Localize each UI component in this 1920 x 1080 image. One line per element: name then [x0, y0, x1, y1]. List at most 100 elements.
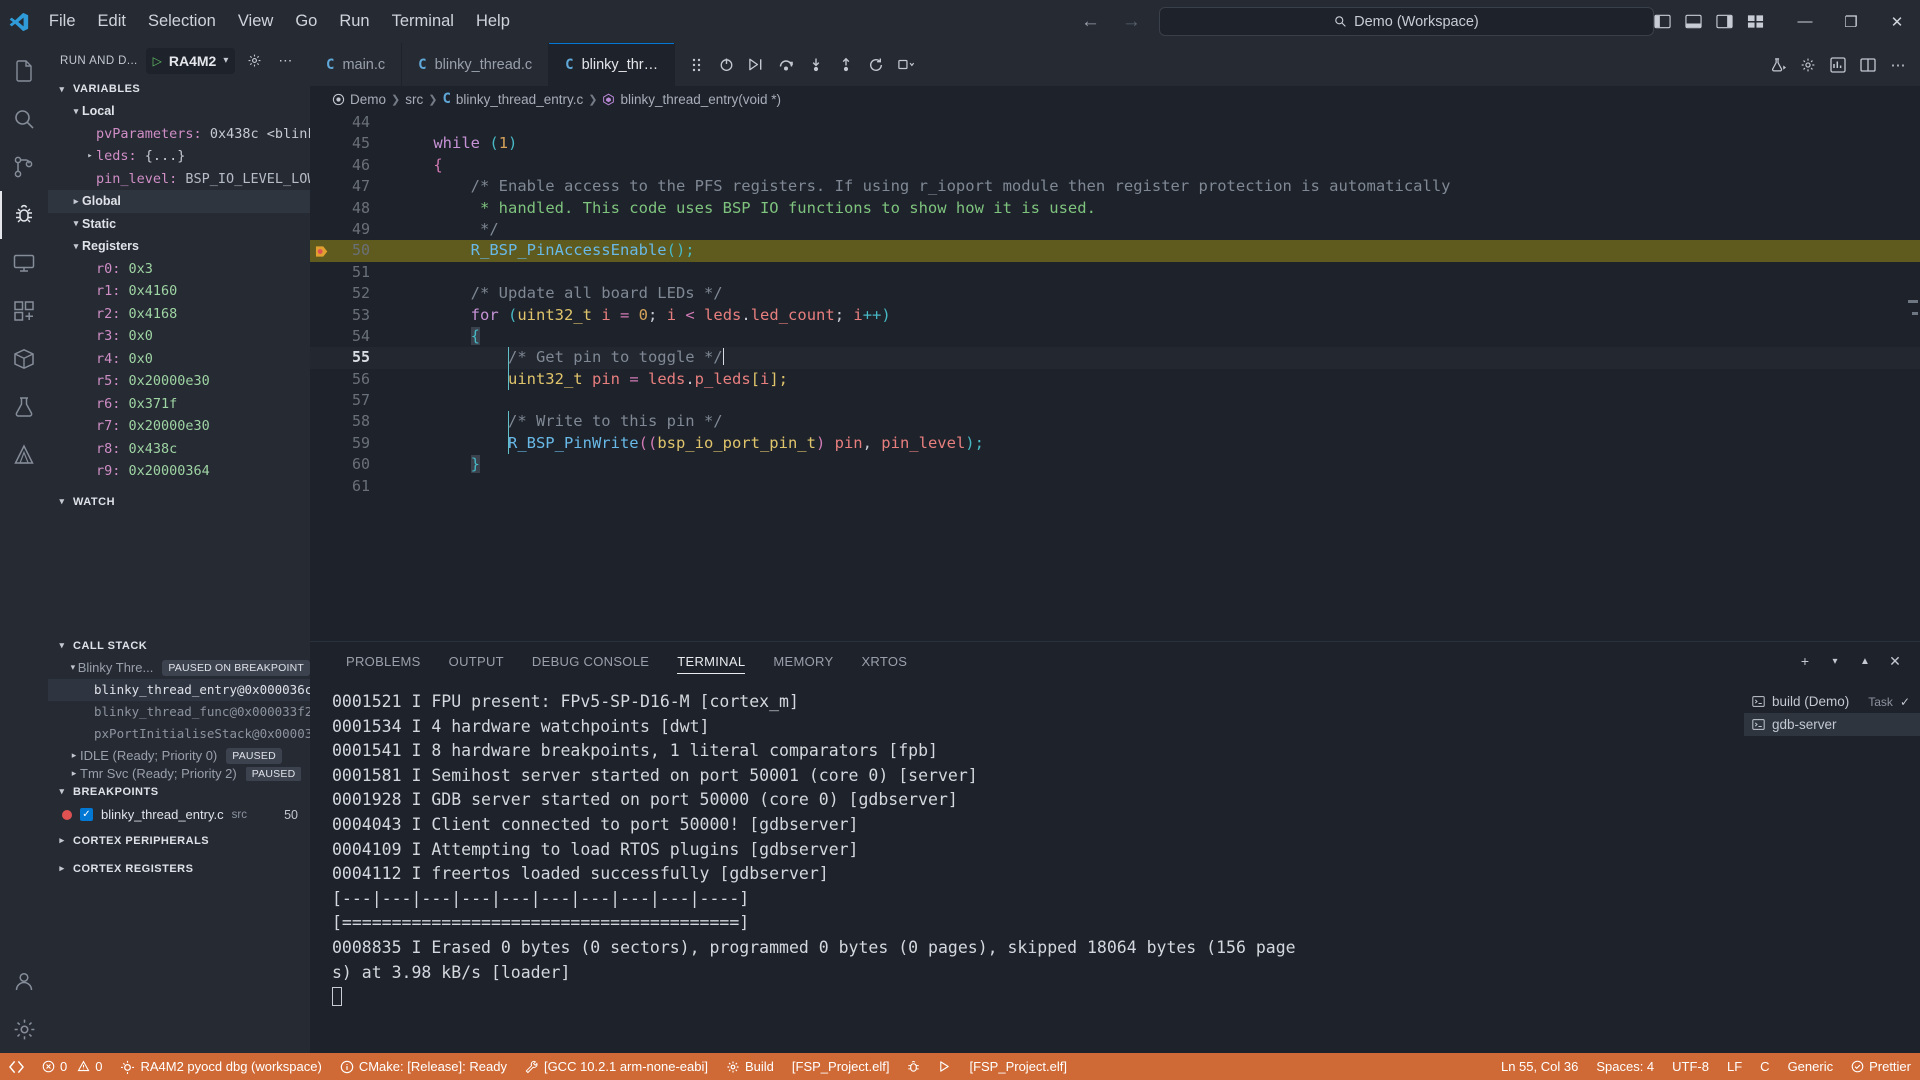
gear-icon[interactable] — [243, 53, 266, 68]
gutter-breakpoint[interactable] — [310, 244, 334, 259]
tab-blinky-thread-entry-c[interactable]: C blinky_thr… — [549, 43, 676, 86]
menu-file[interactable]: File — [38, 9, 87, 34]
var-row[interactable]: r8: 0x438c — [48, 438, 310, 461]
menu-view[interactable]: View — [227, 9, 284, 34]
activity-cmake[interactable] — [0, 431, 48, 479]
code-editor[interactable]: 44 45 while (1) 46 {47 /* Enable access… — [310, 112, 1920, 641]
step-over-button[interactable] — [773, 52, 799, 78]
menu-run[interactable]: Run — [328, 9, 380, 34]
generic-mode[interactable]: Generic — [1779, 1053, 1843, 1080]
callstack-frame[interactable]: blinky_thread_func@0x000033f2 — [48, 701, 310, 723]
tab-problems[interactable]: PROBLEMS — [332, 642, 435, 680]
menu-edit[interactable]: Edit — [87, 9, 137, 34]
toggle-secondary-sidebar-icon[interactable] — [1716, 14, 1733, 29]
remote-indicator[interactable] — [0, 1053, 33, 1080]
restart-button[interactable] — [863, 52, 889, 78]
indentation[interactable]: Spaces: 4 — [1587, 1053, 1663, 1080]
start-debug-icon[interactable]: ▷ — [153, 54, 162, 68]
section-cortex-registers[interactable]: ▸ CORTEX REGISTERS — [48, 855, 310, 883]
split-editor-button[interactable] — [1854, 50, 1882, 80]
continue-button[interactable] — [743, 52, 769, 78]
code-line[interactable]: 58 /* Write to this pin */ — [310, 411, 1920, 433]
stop-button[interactable] — [893, 52, 919, 78]
var-row[interactable]: r9: 0x20000364 — [48, 460, 310, 483]
var-group-local[interactable]: ▾ Local — [48, 100, 310, 123]
code-line[interactable]: 61 — [310, 476, 1920, 497]
code-line[interactable]: 56 uint32_t pin = leds.p_leds[i]; — [310, 368, 1920, 391]
eol-mode[interactable]: LF — [1718, 1053, 1751, 1080]
var-row[interactable]: pvParameters: 0x438c <blinky_… — [48, 123, 310, 146]
code-line[interactable]: 60 } — [310, 454, 1920, 475]
debug-toolbar-drag-handle[interactable] — [683, 52, 709, 78]
menu-go[interactable]: Go — [284, 9, 328, 34]
activity-source-control[interactable] — [0, 143, 48, 191]
terminal-output[interactable]: 0001521 I FPU present: FPv5-SP-D16-M [co… — [310, 680, 1744, 1053]
var-row[interactable]: r7: 0x20000e30 — [48, 415, 310, 438]
code-line[interactable]: 54 { — [310, 326, 1920, 347]
step-into-button[interactable] — [803, 52, 829, 78]
code-line[interactable]: 57 — [310, 390, 1920, 411]
activity-test-explorer[interactable] — [0, 383, 48, 431]
cmake-status[interactable]: CMake: [Release]: Ready — [331, 1053, 516, 1080]
code-line[interactable]: 47 /* Enable access to the PFS registers… — [310, 176, 1920, 197]
launch-config-selector[interactable]: ▷ RA4M2 ▾ — [145, 47, 236, 74]
cmake-kit[interactable]: [GCC 10.2.1 arm-none-eabi] — [516, 1053, 717, 1080]
section-cortex-peripherals[interactable]: ▸ CORTEX PERIPHERALS — [48, 827, 310, 855]
tab-blinky-thread-c[interactable]: C blinky_thread.c — [402, 43, 550, 86]
encoding[interactable]: UTF-8 — [1663, 1053, 1718, 1080]
code-line[interactable]: 46 { — [310, 155, 1920, 176]
section-callstack[interactable]: ▾ CALL STACK — [48, 635, 310, 657]
activity-remote-explorer[interactable] — [0, 239, 48, 287]
activity-run-and-debug[interactable] — [0, 191, 48, 239]
forward-arrow-icon[interactable]: → — [1122, 11, 1141, 33]
code-line[interactable]: 48 * handled. This code uses BSP IO func… — [310, 198, 1920, 219]
minimap[interactable] — [1906, 112, 1920, 641]
code-line[interactable]: 59 R_BSP_PinWrite((bsp_io_port_pin_t) pi… — [310, 432, 1920, 455]
maximize-panel-button[interactable]: ▲ — [1852, 648, 1878, 674]
debug-launch-status[interactable]: RA4M2 pyocd dbg (workspace) — [111, 1053, 330, 1080]
section-variables[interactable]: ▾ VARIABLES — [48, 78, 310, 100]
menu-terminal[interactable]: Terminal — [381, 9, 465, 34]
var-row[interactable]: r5: 0x20000e30 — [48, 370, 310, 393]
tab-main-c[interactable]: C main.c — [310, 43, 403, 86]
disconnect-button[interactable] — [713, 52, 739, 78]
section-watch[interactable]: ▾ WATCH — [48, 491, 310, 513]
var-row[interactable]: r3: 0x0 — [48, 325, 310, 348]
code-line[interactable]: 49 */ — [310, 219, 1920, 240]
chevron-right-icon[interactable]: ▸ — [84, 151, 96, 161]
callstack-thread[interactable]: ▾ Blinky Thre... PAUSED ON BREAKPOINT — [48, 657, 310, 679]
rtos-chart-button[interactable] — [1824, 50, 1852, 80]
activity-rtos-views[interactable] — [0, 335, 48, 383]
var-group-registers[interactable]: ▾ Registers — [48, 235, 310, 258]
code-line-cursor[interactable]: 55 /* Get pin to toggle */ — [310, 347, 1920, 369]
var-row[interactable]: pin_level: BSP_IO_LEVEL_LOW — [48, 168, 310, 191]
run-or-debug-button[interactable] — [1764, 50, 1792, 80]
var-row[interactable]: r0: 0x3 — [48, 258, 310, 281]
code-line[interactable]: 52 /* Update all board LEDs */ — [310, 283, 1920, 304]
breakpoint-checkbox[interactable]: ✓ — [80, 808, 93, 821]
var-group-static[interactable]: ▾ Static — [48, 213, 310, 236]
chevron-down-icon[interactable]: ▾ — [223, 55, 228, 66]
step-out-button[interactable] — [833, 52, 859, 78]
menu-selection[interactable]: Selection — [137, 9, 227, 34]
toggle-primary-sidebar-icon[interactable] — [1654, 14, 1671, 29]
var-row[interactable]: r4: 0x0 — [48, 348, 310, 371]
var-row[interactable]: ▸ leds: {...} — [48, 145, 310, 168]
activity-explorer[interactable] — [0, 47, 48, 95]
settings-button[interactable] — [1794, 50, 1822, 80]
breadcrumb-symbol[interactable]: blinky_thread_entry(void *) — [620, 92, 781, 107]
toggle-panel-icon[interactable] — [1685, 14, 1702, 29]
callstack-frame[interactable]: pxPortInitialiseStack@0x00003168 — [48, 723, 310, 745]
launch-target[interactable]: [FSP_Project.elf] — [960, 1053, 1076, 1080]
language-mode[interactable]: C — [1751, 1053, 1778, 1080]
tab-output[interactable]: OUTPUT — [435, 642, 518, 680]
sidebar-scroller[interactable]: ▾ VARIABLES ▾ Local pvParameters: 0x438c… — [48, 78, 310, 1053]
var-row[interactable]: r2: 0x4168 — [48, 303, 310, 326]
section-breakpoints[interactable]: ▾ BREAKPOINTS — [48, 781, 310, 803]
chevron-down-icon[interactable]: ▾ — [1822, 648, 1848, 674]
var-row[interactable]: r1: 0x4160 — [48, 280, 310, 303]
terminal-list-item[interactable]: gdb-server — [1744, 713, 1920, 736]
close-panel-button[interactable]: ✕ — [1882, 648, 1908, 674]
breakpoint-item[interactable]: ✓ blinky_thread_entry.c src 50 — [48, 803, 310, 827]
more-actions-button[interactable]: ⋯ — [1884, 50, 1912, 80]
